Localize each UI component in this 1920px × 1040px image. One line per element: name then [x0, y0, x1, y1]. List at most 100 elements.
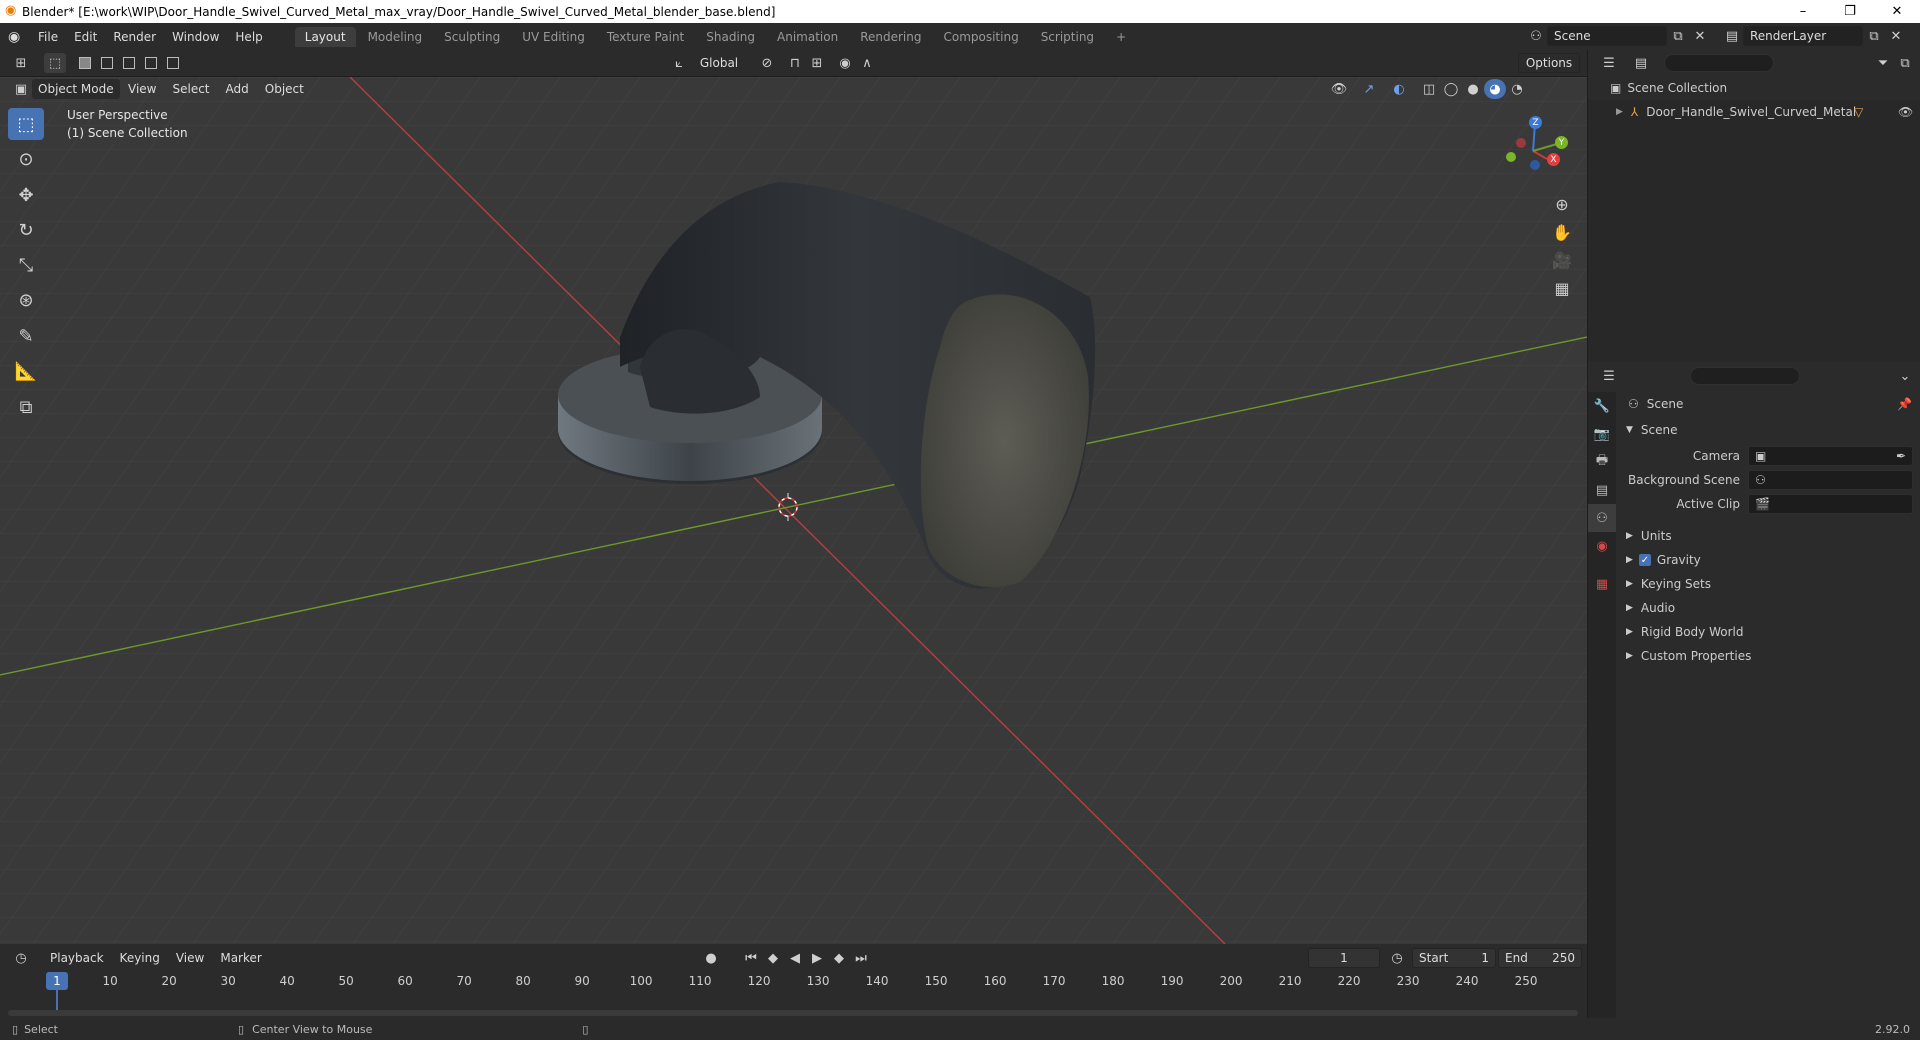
scale-tool-icon[interactable]: ⤡ [8, 249, 44, 281]
editor-type-icon[interactable]: ⊞ [10, 53, 32, 73]
eyedropper-icon[interactable]: ✒ [1896, 449, 1906, 463]
current-frame-field[interactable]: 1 [1308, 948, 1380, 968]
shading-solid-icon[interactable]: ● [1462, 79, 1484, 99]
world-tab-icon[interactable]: ◉ [1588, 532, 1616, 560]
select-box-icon[interactable]: ⬚ [8, 108, 44, 140]
texture-tab-icon[interactable]: ▦ [1588, 570, 1616, 598]
properties-editor-icon[interactable]: ☰ [1598, 366, 1620, 386]
eye-visibility-icon[interactable]: 👁 [1898, 105, 1913, 119]
tab-rendering[interactable]: Rendering [850, 27, 931, 47]
record-icon[interactable]: ● [700, 948, 722, 968]
gravity-panel-header[interactable]: ▶ ✓ Gravity [1620, 548, 1920, 572]
gizmo-toggle-icon[interactable]: ↗ [1358, 79, 1380, 99]
menu-window[interactable]: Window [164, 30, 227, 44]
remove-scene-icon[interactable]: ✕ [1689, 26, 1711, 46]
timeline-menu-playback[interactable]: Playback [42, 951, 112, 965]
tool-tab-icon[interactable]: 🔧 [1588, 392, 1616, 420]
pin-icon[interactable]: 📌 [1897, 397, 1912, 411]
minimize-button[interactable]: – [1780, 0, 1826, 23]
scene-selector[interactable]: Scene [1547, 26, 1667, 46]
timeline-menu-view[interactable]: View [168, 951, 212, 965]
active-clip-field[interactable]: 🎬 [1748, 494, 1913, 514]
ortho-grid-icon[interactable]: ▦ [1548, 274, 1576, 302]
outliner-root-row[interactable]: ▣ Scene Collection [1588, 76, 1920, 100]
visibility-icon[interactable]: 👁 [1328, 79, 1350, 99]
render-tab-icon[interactable]: 📷 [1588, 420, 1616, 448]
units-panel-header[interactable]: ▶ Units [1620, 524, 1920, 548]
close-button[interactable]: ✕ [1874, 0, 1920, 23]
menu-edit[interactable]: Edit [66, 30, 105, 44]
viewport-menu-view[interactable]: View [120, 82, 164, 96]
navigation-gizmo[interactable]: Z X Y [1488, 113, 1578, 193]
new-scene-icon[interactable]: ⧉ [1667, 26, 1689, 46]
tab-compositing[interactable]: Compositing [933, 27, 1028, 47]
viewport-menu-add[interactable]: Add [218, 82, 257, 96]
select-mode-new-icon[interactable] [74, 53, 96, 73]
remove-renderlayer-icon[interactable]: ✕ [1885, 26, 1907, 46]
tab-uv-editing[interactable]: UV Editing [512, 27, 595, 47]
new-collection-icon[interactable]: ⧉ [1894, 53, 1916, 73]
output-tab-icon[interactable]: 🖶 [1588, 448, 1616, 476]
clock-icon[interactable]: ◷ [1386, 948, 1408, 968]
3d-viewport[interactable]: ▣ Object Mode View Select Add Object 👁 ↗… [0, 77, 1587, 944]
tab-modeling[interactable]: Modeling [358, 27, 433, 47]
pan-hand-icon[interactable]: ✋ [1548, 218, 1576, 246]
options-dropdown[interactable]: Options [1518, 53, 1580, 73]
timeline-editor-icon[interactable]: ◷ [10, 948, 32, 968]
measure-tool-icon[interactable]: 📐 [8, 355, 44, 387]
rigid-body-world-panel-header[interactable]: ▶ Rigid Body World [1620, 620, 1920, 644]
maximize-button[interactable]: ❐ [1827, 0, 1873, 23]
end-frame-field[interactable]: End 250 [1498, 948, 1582, 968]
scene-panel-header[interactable]: ▼ Scene [1620, 418, 1920, 442]
gizmo-x-axis[interactable]: X [1547, 153, 1560, 166]
tab-sculpting[interactable]: Sculpting [434, 27, 510, 47]
keying-sets-panel-header[interactable]: ▶ Keying Sets [1620, 572, 1920, 596]
add-cube-tool-icon[interactable]: ⧉ [8, 391, 44, 423]
start-frame-field[interactable]: Start 1 [1412, 948, 1496, 968]
jump-start-icon[interactable]: ⏮ [740, 948, 762, 968]
transform-orientation-dropdown[interactable]: Global [690, 53, 748, 73]
proportional-edit-icon[interactable]: ◉ [834, 53, 856, 73]
gizmo-y-axis[interactable]: Y [1555, 136, 1568, 149]
tab-layout[interactable]: Layout [294, 26, 356, 47]
timeline-menu-keying[interactable]: Keying [112, 951, 168, 965]
shading-material-icon[interactable]: ◕ [1484, 79, 1506, 99]
properties-search-input[interactable] [1690, 367, 1800, 385]
tab-animation[interactable]: Animation [767, 27, 848, 47]
pivot-point-icon[interactable]: ⊘ [756, 53, 778, 73]
outliner-search-input[interactable] [1664, 54, 1774, 72]
rotate-tool-icon[interactable]: ↻ [8, 214, 44, 246]
transform-tool-icon[interactable]: ⊛ [8, 284, 44, 316]
audio-panel-header[interactable]: ▶ Audio [1620, 596, 1920, 620]
jump-end-icon[interactable]: ⏭ [850, 948, 872, 968]
viewport-menu-object[interactable]: Object [257, 82, 312, 96]
falloff-icon[interactable]: ∧ [856, 53, 878, 73]
shading-wireframe-icon[interactable]: ◯ [1440, 79, 1462, 99]
timeline-menu-marker[interactable]: Marker [212, 951, 269, 965]
overlay-toggle-icon[interactable]: ◐ [1388, 79, 1410, 99]
xray-toggle-icon[interactable]: ◫ [1418, 79, 1440, 99]
camera-view-icon[interactable]: 🎥 [1548, 246, 1576, 274]
select-mode-subtract-icon[interactable] [118, 53, 140, 73]
menu-file[interactable]: File [30, 30, 66, 44]
gizmo-z-axis[interactable]: Z [1529, 116, 1542, 129]
select-tool-icon[interactable]: ⬚ [44, 53, 66, 73]
tab-texture-paint[interactable]: Texture Paint [597, 27, 694, 47]
next-keyframe-icon[interactable]: ◆ [828, 948, 850, 968]
object-mode-dropdown[interactable]: Object Mode [32, 79, 120, 99]
outliner-editor-icon[interactable]: ☰ [1598, 53, 1620, 73]
timeline-scrollbar[interactable] [8, 1010, 1578, 1016]
tab-shading[interactable]: Shading [696, 27, 765, 47]
background-scene-field[interactable]: ⚇ [1748, 470, 1913, 490]
view-layer-tab-icon[interactable]: ▤ [1588, 476, 1616, 504]
select-mode-extend-icon[interactable] [96, 53, 118, 73]
select-mode-invert-icon[interactable] [140, 53, 162, 73]
select-mode-intersect-icon[interactable] [162, 53, 184, 73]
menu-render[interactable]: Render [105, 30, 164, 44]
renderlayer-selector[interactable]: RenderLayer [1743, 26, 1863, 46]
prev-keyframe-icon[interactable]: ◆ [762, 948, 784, 968]
custom-properties-panel-header[interactable]: ▶ Custom Properties [1620, 644, 1920, 668]
annotate-tool-icon[interactable]: ✎ [8, 320, 44, 352]
play-icon[interactable]: ▶ [806, 948, 828, 968]
zoom-icon[interactable]: ⊕ [1548, 190, 1576, 218]
